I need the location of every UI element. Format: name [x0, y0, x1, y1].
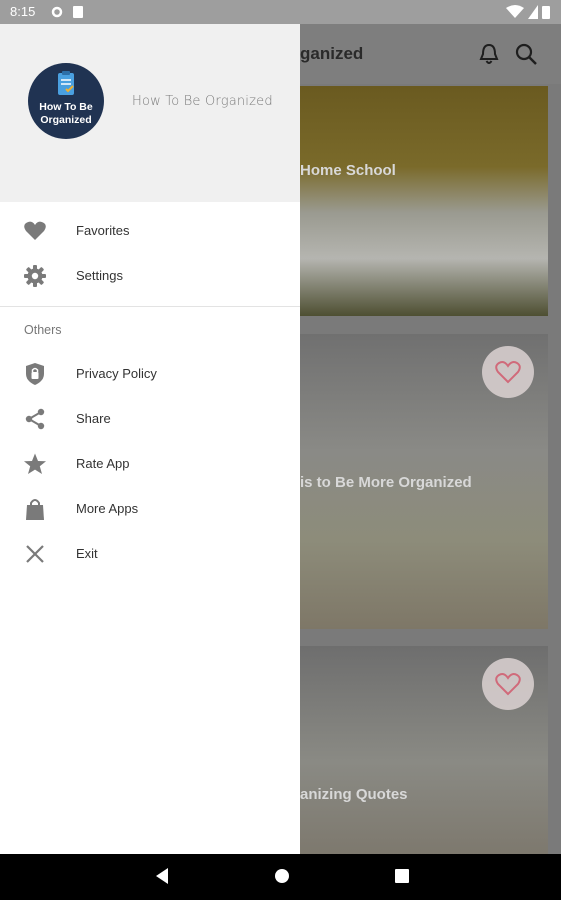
card-title: is to Be More Organized — [300, 474, 472, 491]
drawer-header: How To Be Organized How To Be Organized — [0, 24, 300, 202]
status-time: 8:15 — [10, 4, 36, 19]
status-bar: 8:15 — [0, 0, 561, 24]
logo-text-line1: How To Be — [39, 101, 93, 113]
clipboard-notification-icon — [73, 6, 83, 18]
heart-outline-icon — [495, 673, 521, 696]
menu-item-more-apps[interactable]: More Apps — [0, 487, 300, 532]
navigation-drawer: How To Be Organized How To Be Organized … — [0, 24, 300, 854]
section-label-others: Others — [24, 323, 62, 337]
drawer-divider — [0, 306, 300, 307]
menu-item-label: Privacy Policy — [76, 366, 157, 381]
shopping-bag-icon — [26, 499, 44, 520]
wifi-icon — [506, 5, 524, 18]
favorite-button[interactable] — [482, 658, 534, 710]
card-title: Home School — [300, 162, 396, 179]
heart-outline-icon — [495, 361, 521, 384]
logo-text-line2: Organized — [40, 114, 92, 126]
search-icon[interactable] — [514, 42, 538, 66]
menu-item-label: Rate App — [76, 456, 130, 471]
home-icon[interactable] — [274, 867, 290, 885]
menu-item-privacy-policy[interactable]: Privacy Policy — [0, 352, 300, 397]
gear-icon — [24, 265, 46, 287]
menu-item-rate-app[interactable]: Rate App — [0, 442, 300, 487]
favorite-button[interactable] — [482, 346, 534, 398]
back-icon[interactable] — [154, 867, 170, 885]
cell-signal-icon — [528, 5, 538, 19]
heart-icon — [24, 221, 46, 240]
menu-item-share[interactable]: Share — [0, 397, 300, 442]
clipboard-check-icon — [58, 71, 74, 95]
card-title: anizing Quotes — [300, 786, 408, 803]
app-logo: How To Be Organized — [28, 63, 104, 139]
menu-item-favorites[interactable]: Favorites — [0, 209, 300, 254]
app-bar-title: ganized — [300, 44, 364, 63]
menu-item-label: More Apps — [76, 501, 139, 516]
close-icon — [26, 545, 44, 563]
menu-item-label: Settings — [76, 268, 123, 283]
menu-item-label: Exit — [76, 546, 98, 561]
battery-icon — [542, 6, 550, 19]
system-navigation-bar — [0, 854, 561, 900]
recent-apps-icon[interactable] — [394, 867, 410, 885]
star-icon — [24, 453, 46, 474]
menu-item-exit[interactable]: Exit — [0, 532, 300, 577]
menu-item-label: Share — [76, 411, 111, 426]
drawer-app-name: How To Be Organized — [132, 94, 273, 109]
menu-item-settings[interactable]: Settings — [0, 254, 300, 299]
menu-item-label: Favorites — [76, 223, 130, 238]
share-icon — [25, 408, 45, 430]
shield-icon — [26, 363, 44, 385]
notification-bell-icon[interactable] — [478, 42, 500, 66]
settings-notification-icon — [51, 6, 63, 18]
